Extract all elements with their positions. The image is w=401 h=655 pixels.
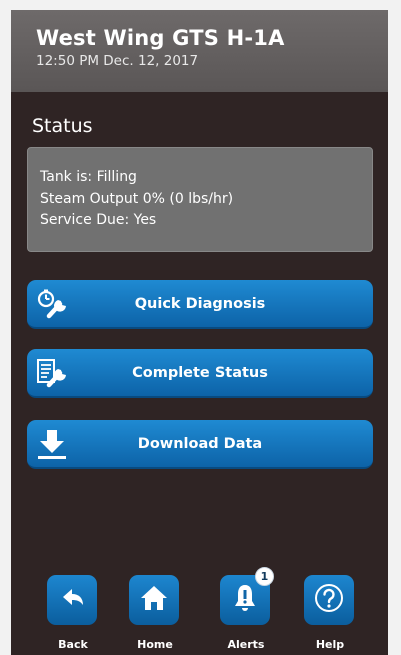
nav-back-label: Back	[58, 638, 88, 651]
nav-back-tile[interactable]	[47, 575, 97, 625]
service-due: Service Due: Yes	[40, 212, 157, 228]
nav-help-tile[interactable]	[304, 575, 354, 625]
tank-status: Tank is: Filling	[40, 169, 137, 185]
nav-help-button[interactable]: Help	[300, 565, 360, 655]
nav-help-label: Help	[315, 638, 345, 651]
date-time: 12:50 PM Dec. 12, 2017	[36, 53, 199, 69]
steam-output: Steam Output 0% (0 lbs/hr)	[40, 190, 234, 207]
nav-home-tile[interactable]	[129, 575, 179, 625]
quick-diagnosis-button[interactable]: Quick Diagnosis	[27, 280, 373, 329]
back-arrow-icon	[57, 583, 87, 617]
question-mark-icon	[313, 582, 345, 618]
device-title: West Wing GTS H-1A	[36, 26, 285, 50]
quick-diagnosis-label: Quick Diagnosis	[134, 295, 266, 312]
complete-status-button[interactable]: Complete Status	[27, 349, 373, 398]
nav-back-button[interactable]: Back	[43, 565, 103, 655]
device-screen: West Wing GTS H-1A 12:50 PM Dec. 12, 201…	[11, 10, 388, 655]
home-icon	[138, 583, 170, 617]
complete-status-label: Complete Status	[132, 364, 268, 381]
nav-alerts-label: Alerts	[227, 638, 265, 651]
bell-icon	[231, 582, 259, 618]
section-title: Status	[32, 115, 93, 137]
nav-home-button[interactable]: Home	[125, 565, 185, 655]
alerts-count-badge: 1	[255, 567, 274, 586]
header: West Wing GTS H-1A 12:50 PM Dec. 12, 201…	[11, 10, 388, 92]
nav-alerts-button[interactable]: 1 Alerts	[216, 565, 276, 655]
bottom-nav: Back Home 1 Alerts Help	[11, 565, 388, 655]
download-data-label: Download Data	[137, 435, 263, 452]
nav-home-label: Home	[137, 638, 173, 651]
status-card: Tank is: Filling Steam Output 0% (0 lbs/…	[27, 147, 373, 252]
download-data-button[interactable]: Download Data	[27, 420, 373, 469]
